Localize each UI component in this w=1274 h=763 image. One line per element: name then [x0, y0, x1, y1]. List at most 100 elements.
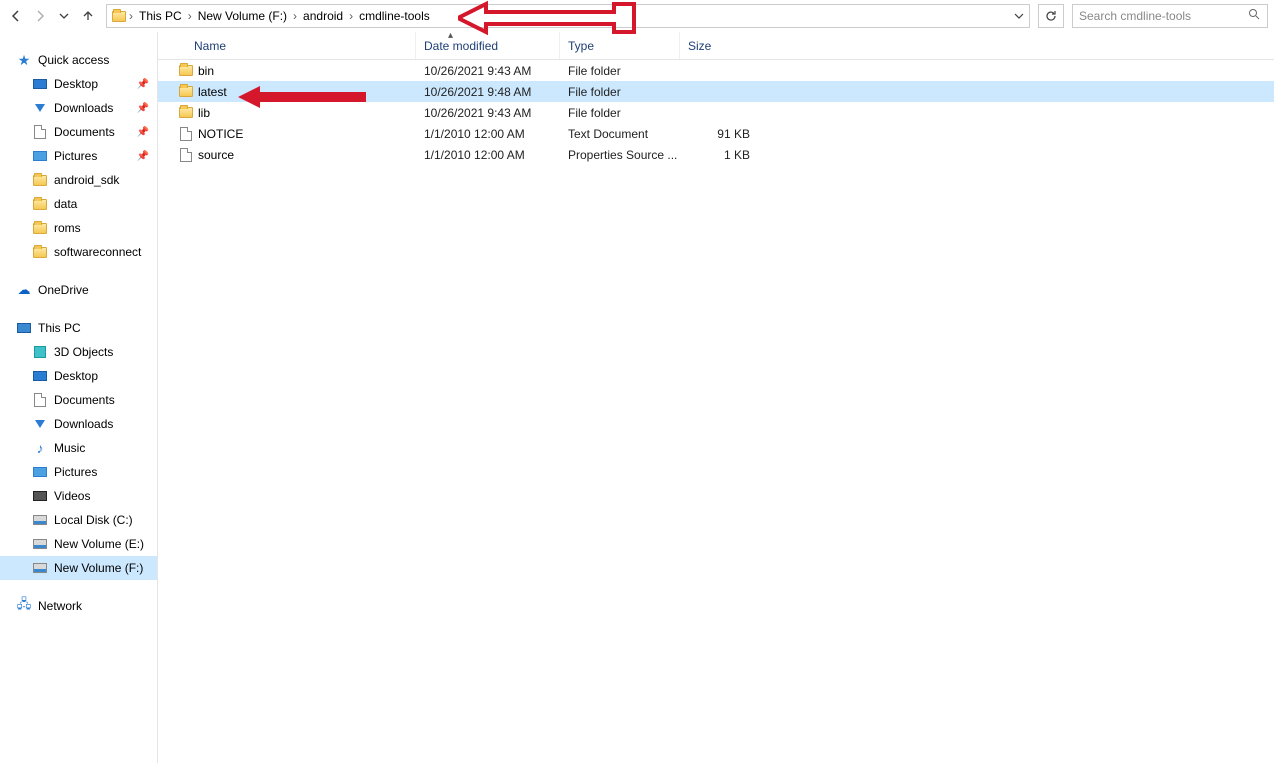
doc-icon — [32, 392, 48, 408]
disk-icon — [32, 560, 48, 576]
refresh-button[interactable] — [1038, 4, 1064, 28]
file-size: 91 KB — [680, 127, 760, 141]
nav-item-label: Desktop — [54, 369, 98, 383]
onedrive[interactable]: ☁ OneDrive — [0, 278, 157, 302]
folder-icon — [32, 220, 48, 236]
nav-item-documents[interactable]: Documents 📌 — [0, 120, 157, 144]
file-row[interactable]: source 1/1/2010 12:00 AMProperties Source… — [158, 144, 1274, 165]
address-dropdown-button[interactable] — [1009, 11, 1029, 21]
network-icon: 🖧 — [16, 598, 32, 614]
nav-item-android_sdk[interactable]: android_sdk — [0, 168, 157, 192]
column-header-date[interactable]: Date modified — [416, 32, 560, 59]
file-date: 1/1/2010 12:00 AM — [416, 148, 560, 162]
video-icon — [32, 488, 48, 504]
search-input[interactable] — [1079, 9, 1248, 23]
nav-item-music[interactable]: ♪Music — [0, 436, 157, 460]
breadcrumb-cmdline-tools[interactable]: cmdline-tools — [355, 5, 434, 27]
nav-item-label: New Volume (E:) — [54, 537, 144, 551]
file-type: File folder — [560, 106, 680, 120]
nav-item-documents[interactable]: Documents — [0, 388, 157, 412]
folder-icon — [178, 84, 194, 100]
file-row[interactable]: lib10/26/2021 9:43 AMFile folder — [158, 102, 1274, 123]
file-name: source — [198, 148, 234, 162]
chevron-right-icon[interactable]: › — [349, 9, 353, 23]
3d-icon — [32, 344, 48, 360]
column-header-type[interactable]: Type — [560, 32, 680, 59]
folder-icon — [178, 63, 194, 79]
nav-item-label: softwareconnect — [54, 245, 141, 259]
folder-icon — [178, 105, 194, 121]
disk-icon — [32, 512, 48, 528]
nav-item-label: roms — [54, 221, 81, 235]
column-header-name[interactable]: Name — [158, 32, 416, 59]
breadcrumb-android[interactable]: android — [299, 5, 347, 27]
up-button[interactable] — [78, 6, 98, 26]
nav-item-softwareconnect[interactable]: softwareconnect — [0, 240, 157, 264]
nav-item-roms[interactable]: roms — [0, 216, 157, 240]
nav-item-new-volume-f-[interactable]: New Volume (F:) — [0, 556, 157, 580]
onedrive-icon: ☁ — [16, 282, 32, 298]
nav-item-desktop[interactable]: Desktop 📌 — [0, 72, 157, 96]
nav-item-pictures[interactable]: Pictures — [0, 460, 157, 484]
nav-item-label: Documents — [54, 125, 115, 139]
breadcrumb-this-pc[interactable]: This PC — [135, 5, 186, 27]
pin-icon: 📌 — [137, 127, 149, 138]
file-row[interactable]: NOTICE1/1/2010 12:00 AMText Document91 K… — [158, 123, 1274, 144]
file-type: File folder — [560, 64, 680, 78]
nav-item-pictures[interactable]: Pictures📌 — [0, 144, 157, 168]
music-icon: ♪ — [32, 440, 48, 456]
pin-icon: 📌 — [137, 151, 149, 162]
folder-icon — [32, 196, 48, 212]
sort-indicator-icon: ▴ — [448, 30, 453, 41]
quick-access-icon: ★ — [16, 52, 32, 68]
nav-item-label: data — [54, 197, 77, 211]
address-bar[interactable]: › This PC › New Volume (F:) › android › … — [106, 4, 1030, 28]
file-name: latest — [198, 85, 227, 99]
file-row[interactable]: bin10/26/2021 9:43 AMFile folder — [158, 60, 1274, 81]
folder-icon — [32, 172, 48, 188]
nav-item-label: Pictures — [54, 465, 97, 479]
pin-icon: 📌 — [137, 103, 149, 114]
chevron-right-icon[interactable]: › — [293, 9, 297, 23]
toolbar: › This PC › New Volume (F:) › android › … — [0, 0, 1274, 32]
quick-access[interactable]: ★ Quick access — [0, 48, 157, 72]
forward-button[interactable] — [30, 6, 50, 26]
file-row[interactable]: latest10/26/2021 9:48 AMFile folder — [158, 81, 1274, 102]
nav-item-videos[interactable]: Videos — [0, 484, 157, 508]
this-pc[interactable]: This PC — [0, 316, 157, 340]
file-type: Text Document — [560, 127, 680, 141]
nav-item-3d-objects[interactable]: 3D Objects — [0, 340, 157, 364]
desktop-icon — [32, 368, 48, 384]
file-type: Properties Source ... — [560, 148, 680, 162]
onedrive-label: OneDrive — [38, 283, 89, 297]
nav-item-downloads[interactable]: Downloads 📌 — [0, 96, 157, 120]
file-date: 10/26/2021 9:43 AM — [416, 106, 560, 120]
file-date: 10/26/2021 9:43 AM — [416, 64, 560, 78]
file-icon — [178, 126, 194, 142]
file-size: 1 KB — [680, 148, 760, 162]
back-button[interactable] — [6, 6, 26, 26]
nav-item-new-volume-e-[interactable]: New Volume (E:) — [0, 532, 157, 556]
nav-item-downloads[interactable]: Downloads — [0, 412, 157, 436]
pin-icon: 📌 — [137, 79, 149, 90]
quick-access-label: Quick access — [38, 53, 109, 67]
search-icon[interactable] — [1248, 8, 1261, 24]
nav-item-label: Documents — [54, 393, 115, 407]
nav-item-local-disk-c-[interactable]: Local Disk (C:) — [0, 508, 157, 532]
nav-item-data[interactable]: data — [0, 192, 157, 216]
nav-item-label: Desktop — [54, 77, 98, 91]
search-box[interactable] — [1072, 4, 1268, 28]
column-header-size[interactable]: Size — [680, 32, 760, 59]
nav-item-label: New Volume (F:) — [54, 561, 143, 575]
nav-item-label: Downloads — [54, 101, 113, 115]
chevron-right-icon[interactable]: › — [129, 9, 133, 23]
nav-item-desktop[interactable]: Desktop — [0, 364, 157, 388]
download-icon — [32, 416, 48, 432]
nav-item-label: android_sdk — [54, 173, 119, 187]
pic-icon — [32, 464, 48, 480]
chevron-right-icon[interactable]: › — [188, 9, 192, 23]
file-type: File folder — [560, 85, 680, 99]
breadcrumb-volume[interactable]: New Volume (F:) — [194, 5, 291, 27]
recent-locations-button[interactable] — [54, 6, 74, 26]
network[interactable]: 🖧 Network — [0, 594, 157, 618]
